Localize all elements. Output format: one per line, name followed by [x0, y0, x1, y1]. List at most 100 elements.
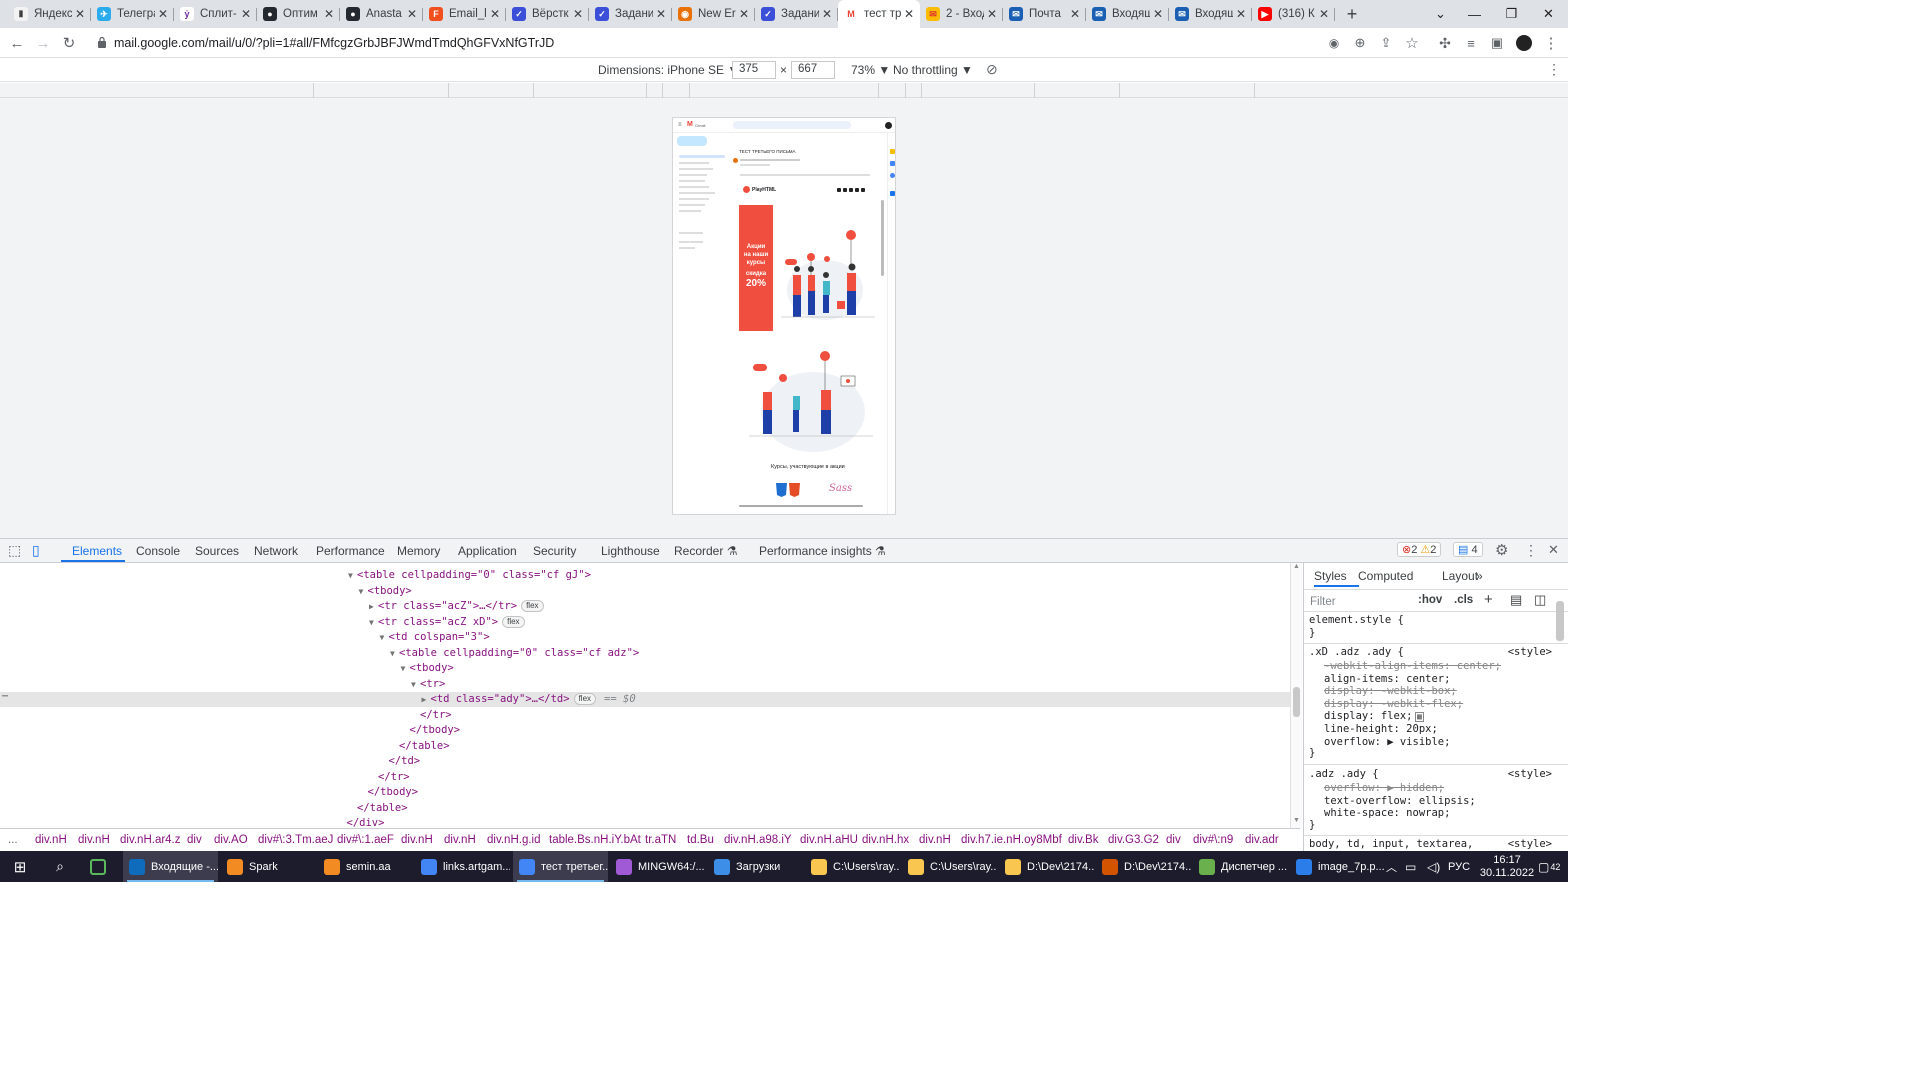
- rule2-source[interactable]: <style>: [1508, 768, 1552, 780]
- restore-icon[interactable]: ❐: [1493, 0, 1530, 28]
- extensions-icon[interactable]: ✣: [1435, 33, 1455, 53]
- styles-scrollbar[interactable]: [1556, 601, 1564, 641]
- rule3-source[interactable]: <style>: [1508, 838, 1552, 850]
- expand-triangle-icon[interactable]: ▶: [369, 599, 378, 614]
- settings-gear-icon[interactable]: ⚙: [1495, 541, 1508, 559]
- breadcrumb-item[interactable]: table.Bs.nH.iY.bAt: [549, 834, 641, 846]
- breadcrumb-item[interactable]: td.Bu: [687, 834, 714, 846]
- css-declaration[interactable]: overflow: ▶ hidden;: [1324, 782, 1444, 794]
- collapse-triangle-icon[interactable]: ▼: [401, 661, 410, 676]
- dom-node[interactable]: ▼ <td colspan="3">: [380, 630, 490, 645]
- devtools-tab[interactable]: Performance: [316, 544, 385, 558]
- breadcrumb-item[interactable]: div#\:3.Tm.aeJ: [258, 834, 333, 846]
- elements-dom-tree[interactable]: …… ▼<table cellpadding="0" class="cf gJ"…: [0, 563, 1290, 828]
- bookmark-star-icon[interactable]: ☆: [1402, 33, 1422, 53]
- network-icon[interactable]: ▭: [1405, 851, 1416, 882]
- browser-tab[interactable]: ● Anasta ✕: [340, 0, 423, 28]
- close-devtools-icon[interactable]: ✕: [1548, 542, 1559, 558]
- css-declaration[interactable]: white-space: nowrap;: [1324, 807, 1450, 819]
- styles-subtab[interactable]: Styles: [1314, 569, 1347, 583]
- browser-tab[interactable]: ✓ Задани ✕: [755, 0, 838, 28]
- styles-subtab[interactable]: Computed: [1358, 569, 1413, 583]
- devtools-tab[interactable]: Sources: [195, 544, 239, 558]
- taskbar-app[interactable]: Загрузки: [708, 851, 803, 882]
- breadcrumb-item[interactable]: ...: [8, 834, 18, 846]
- taskbar-app[interactable]: тест третьег...: [513, 851, 608, 882]
- devtools-tab[interactable]: Application: [458, 544, 517, 558]
- compose-button[interactable]: [677, 136, 707, 146]
- tab-close-icon[interactable]: ✕: [739, 7, 749, 21]
- toggle-sidebar-icon[interactable]: ◫: [1534, 592, 1546, 608]
- hover-state-toggle[interactable]: :hov: [1418, 594, 1442, 606]
- messages-counter[interactable]: ▤ 4: [1453, 542, 1483, 557]
- breadcrumb-item[interactable]: tr.aTN: [645, 834, 676, 846]
- breadcrumb-item[interactable]: div.nH.g.id: [487, 834, 540, 846]
- taskbar-app[interactable]: semin.aa: [318, 851, 413, 882]
- tab-close-icon[interactable]: ✕: [1319, 7, 1329, 21]
- taskbar-app[interactable]: Диспетчер ...: [1193, 851, 1288, 882]
- browser-tab[interactable]: ◉ New Er ✕: [672, 0, 755, 28]
- breadcrumb-item[interactable]: div.G3.G2: [1108, 834, 1159, 846]
- close-window-icon[interactable]: ✕: [1530, 0, 1567, 28]
- tab-close-icon[interactable]: ✕: [1153, 7, 1163, 21]
- search-icon[interactable]: ⌕: [50, 851, 70, 882]
- side-panel-icon[interactable]: ▣: [1487, 33, 1507, 53]
- browser-tab[interactable]: ✈ Телеграм✕: [91, 0, 174, 28]
- breadcrumb-item[interactable]: div#\:n9: [1193, 834, 1233, 846]
- browser-tab[interactable]: ▶ (316) К ✕: [1252, 0, 1335, 28]
- tab-close-icon[interactable]: ✕: [656, 7, 666, 21]
- device-toggle-icon[interactable]: ▯: [32, 542, 40, 559]
- share-icon[interactable]: ⇪: [1376, 33, 1396, 53]
- breadcrumb-item[interactable]: div.nH: [919, 834, 951, 846]
- browser-tab[interactable]: ✓ Вёрстк ✕: [506, 0, 589, 28]
- collapse-triangle-icon[interactable]: ▼: [359, 584, 368, 599]
- tab-close-icon[interactable]: ✕: [573, 7, 583, 21]
- flex-badge[interactable]: flex: [573, 693, 597, 705]
- taskbar-app[interactable]: links.artgam...: [415, 851, 510, 882]
- reload-icon[interactable]: ↻: [59, 33, 79, 53]
- taskbar-app[interactable]: C:\Users\ray...: [805, 851, 900, 882]
- breadcrumb-item[interactable]: div.nH: [78, 834, 110, 846]
- elements-scrollbar[interactable]: ▲ ▼: [1290, 563, 1302, 828]
- devtools-tab[interactable]: Lighthouse: [601, 544, 660, 558]
- issues-counter[interactable]: ⊗2 ⚠2: [1397, 542, 1442, 557]
- forward-icon[interactable]: →: [33, 33, 53, 53]
- breadcrumb-item[interactable]: div.adr: [1245, 834, 1279, 846]
- tab-close-icon[interactable]: ✕: [822, 7, 832, 21]
- color-format-icon[interactable]: ▤: [1510, 592, 1522, 608]
- flex-badge[interactable]: flex: [502, 615, 525, 628]
- dom-node[interactable]: </div>: [338, 816, 385, 828]
- dom-node[interactable]: </td>: [380, 754, 421, 769]
- tab-close-icon[interactable]: ✕: [490, 7, 500, 21]
- start-windows-icon[interactable]: ⊞: [10, 851, 30, 882]
- gmail-avatar[interactable]: [885, 122, 892, 129]
- address-bar[interactable]: mail.google.com/mail/u/0/?pli=1#all/FMfc…: [92, 32, 1352, 54]
- tab-close-icon[interactable]: ✕: [158, 7, 168, 21]
- css-declaration[interactable]: display: -webkit-flex;: [1324, 698, 1463, 710]
- taskbar-app[interactable]: Spark: [221, 851, 316, 882]
- notifications-button[interactable]: ▢ 42: [1538, 851, 1560, 882]
- flexbox-editor-icon[interactable]: ▦: [1415, 712, 1424, 722]
- back-icon[interactable]: ←: [7, 33, 27, 53]
- devtools-menu-icon[interactable]: ⋮: [1524, 542, 1538, 559]
- css-declaration[interactable]: line-height: 20px;: [1324, 723, 1438, 735]
- new-rule-icon[interactable]: +: [1484, 591, 1493, 608]
- dom-node-menu-icon[interactable]: ⋯: [2, 691, 8, 702]
- breadcrumb-item[interactable]: div.nH.aHU: [800, 834, 858, 846]
- browser-tab[interactable]: ✉ 2 - Вход✕: [920, 0, 1003, 28]
- email-scrollbar[interactable]: [881, 200, 884, 276]
- rule1-selector[interactable]: .xD .adz .ady {: [1309, 646, 1404, 658]
- input-language[interactable]: РУС: [1448, 851, 1470, 882]
- breadcrumb-item[interactable]: div.nH.hx: [862, 834, 909, 846]
- class-toggle[interactable]: .cls: [1454, 594, 1473, 606]
- rotate-icon[interactable]: ⊘: [986, 61, 998, 78]
- tab-close-icon[interactable]: ✕: [987, 7, 997, 21]
- dom-node[interactable]: </tbody>: [359, 785, 419, 800]
- css-declaration[interactable]: display: flex;: [1324, 710, 1413, 722]
- new-tab-button[interactable]: +: [1339, 0, 1365, 28]
- css-declaration[interactable]: -webkit-align-items: center;: [1324, 660, 1501, 672]
- tray-chevron-icon[interactable]: ︿: [1386, 851, 1397, 882]
- profile-avatar[interactable]: [1514, 33, 1534, 53]
- breadcrumb-item[interactable]: div.nH: [444, 834, 476, 846]
- devtools-tab[interactable]: Security: [533, 544, 576, 558]
